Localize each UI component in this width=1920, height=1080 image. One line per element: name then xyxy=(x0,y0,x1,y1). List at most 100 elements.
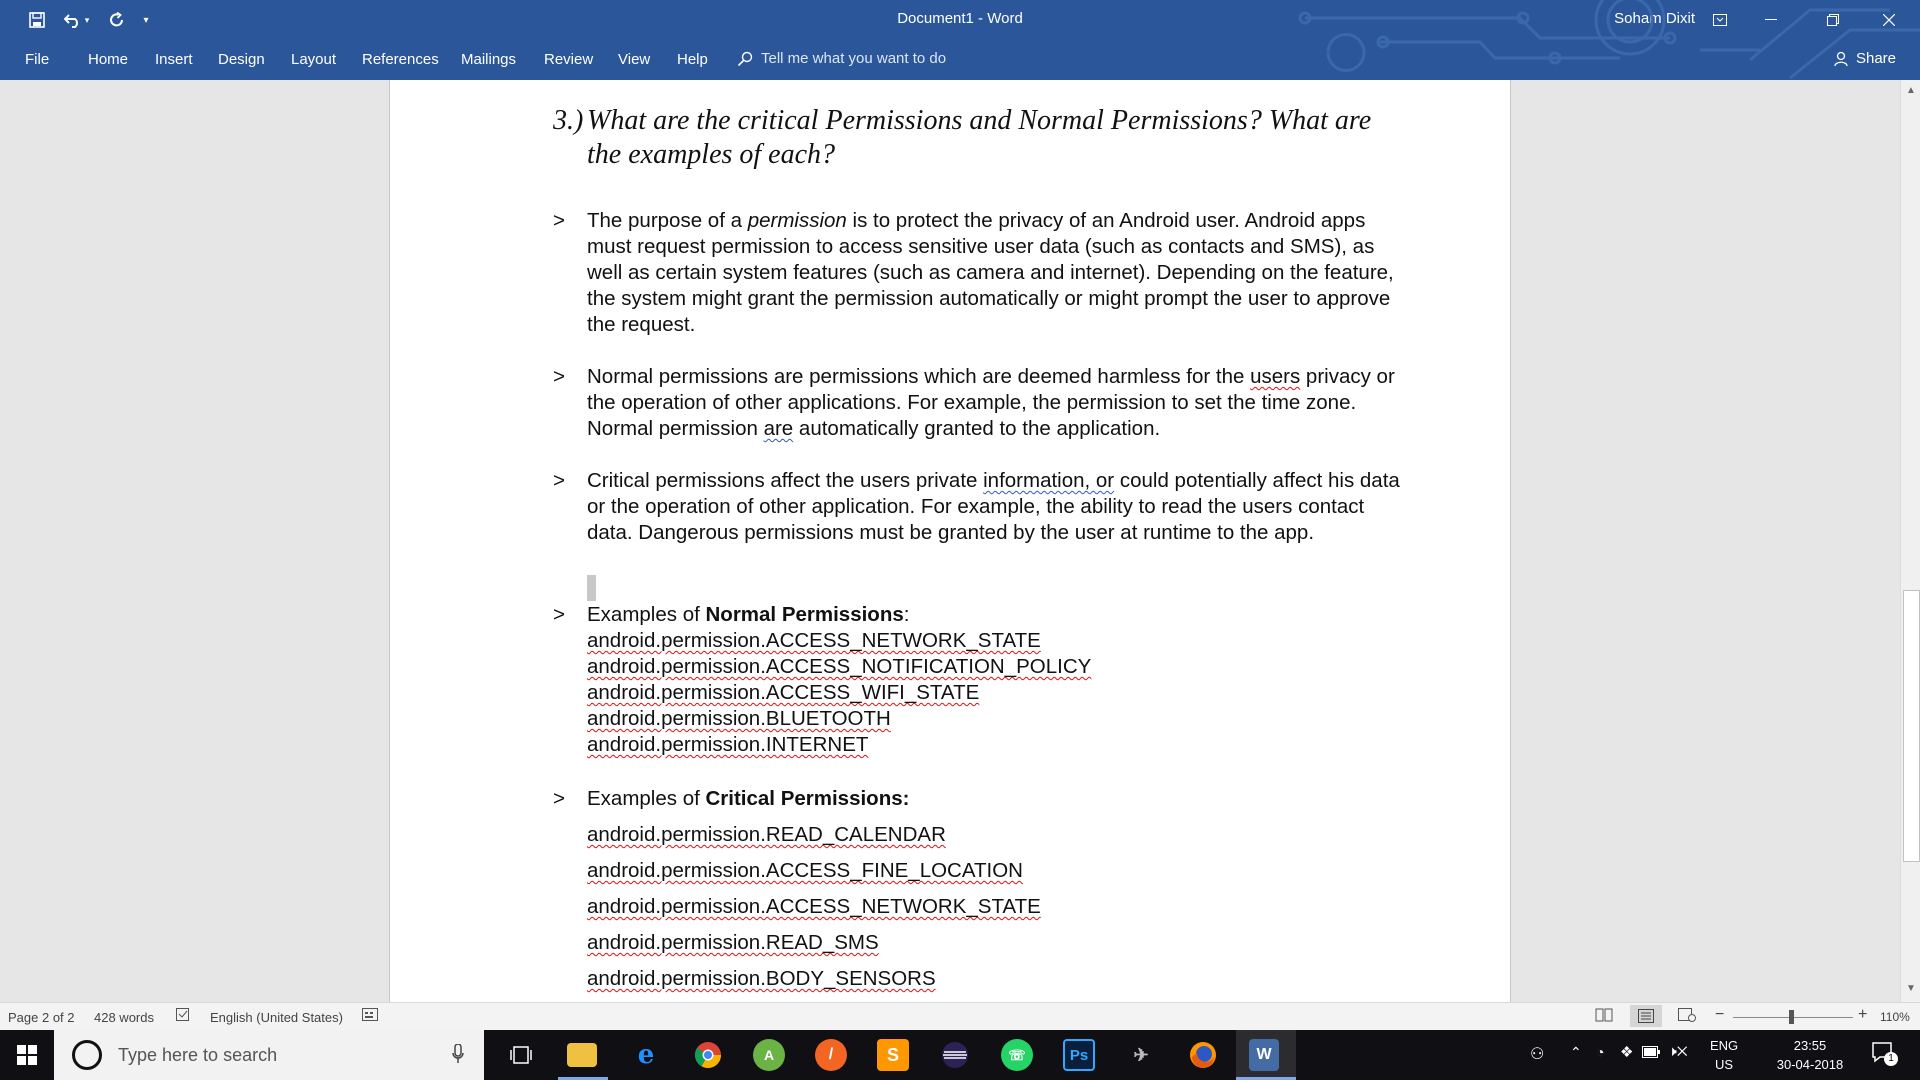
ribbon-display-options-icon[interactable] xyxy=(1697,0,1743,40)
read-mode-icon[interactable] xyxy=(1595,1008,1613,1025)
status-bar: Page 2 of 2 428 words English (United St… xyxy=(0,1002,1920,1031)
grammar-flag-information[interactable]: information, or xyxy=(983,469,1114,492)
ribbon-tab-bar: File Home Insert Design Layout Reference… xyxy=(0,40,1920,80)
lightbulb-search-icon xyxy=(737,51,753,66)
show-hidden-icons-icon[interactable]: ⌃ xyxy=(1570,1044,1582,1061)
sublime-text-icon[interactable]: S xyxy=(877,1039,909,1071)
bullet-marker: > xyxy=(553,365,565,388)
input-language[interactable]: ENG US xyxy=(1710,1036,1738,1074)
clock[interactable]: 23:55 30-04-2018 xyxy=(1760,1036,1860,1074)
tell-me-placeholder: Tell me what you want to do xyxy=(761,50,947,67)
normal-permission-item: android.permission.ACCESS_NETWORK_STATE xyxy=(587,629,1041,652)
print-layout-icon[interactable] xyxy=(1630,1005,1662,1027)
tab-references[interactable]: References xyxy=(362,51,439,68)
grammar-flag-are[interactable]: are xyxy=(764,417,794,440)
tab-home[interactable]: Home xyxy=(88,51,128,68)
close-icon[interactable] xyxy=(1866,0,1912,40)
battery-icon[interactable] xyxy=(1642,1045,1660,1063)
normal-permission-item: android.permission.INTERNET xyxy=(587,733,869,756)
whatsapp-icon[interactable]: ☏ xyxy=(1001,1039,1033,1071)
proofing-icon[interactable] xyxy=(176,1008,194,1025)
word-active-highlight xyxy=(1236,1030,1296,1080)
critical-examples-heading: Examples of Critical Permissions: xyxy=(587,786,1407,812)
volume-muted-icon[interactable]: 🕨✕ xyxy=(1668,1043,1688,1060)
zoom-slider[interactable] xyxy=(1733,1010,1853,1024)
dropbox-icon[interactable]: ❖ xyxy=(1620,1043,1633,1061)
zoom-in-icon[interactable]: + xyxy=(1858,1006,1867,1024)
windows-taskbar: Type here to search e A / S ☏ Ps ✈ W ⚇ ⌃… xyxy=(0,1030,1920,1080)
spelling-flag-users[interactable]: users xyxy=(1250,365,1300,388)
document-canvas[interactable]: 3.) What are the critical Permissions an… xyxy=(0,80,1900,1002)
bullet-marker: > xyxy=(553,469,565,492)
normal-permission-item: android.permission.ACCESS_NOTIFICATION_P… xyxy=(587,655,1092,678)
wifi-icon[interactable]: ◔ xyxy=(1596,1044,1604,1060)
word-count[interactable]: 428 words xyxy=(94,1010,154,1025)
tab-review[interactable]: Review xyxy=(544,51,593,68)
macro-record-icon[interactable] xyxy=(362,1008,378,1025)
tab-help[interactable]: Help xyxy=(677,51,708,68)
zoom-out-icon[interactable]: − xyxy=(1715,1006,1724,1024)
notification-badge: 1 xyxy=(1884,1052,1898,1066)
scroll-up-arrow-icon[interactable]: ▲ xyxy=(1901,82,1920,100)
para1-emphasis: permission xyxy=(747,209,847,232)
language-indicator[interactable]: English (United States) xyxy=(210,1010,343,1025)
question-heading: 3.) What are the critical Permissions an… xyxy=(553,104,1373,172)
tab-layout[interactable]: Layout xyxy=(291,51,336,68)
people-icon[interactable]: ⚇ xyxy=(1530,1044,1544,1064)
normal-examples-heading: Examples of Normal Permissions: xyxy=(587,602,1407,628)
normal-bold: Normal Permissions xyxy=(705,603,904,626)
document-page[interactable]: 3.) What are the critical Permissions an… xyxy=(389,80,1511,1002)
critical-permission-item: android.permission.ACCESS_NETWORK_STATE xyxy=(587,895,1041,918)
para1-text-a: The purpose of a xyxy=(587,209,748,232)
bullet-marker: > xyxy=(553,787,565,810)
eclipse-icon[interactable] xyxy=(939,1039,971,1071)
para2-text-c: automatically granted to the application… xyxy=(793,417,1161,440)
minimize-icon[interactable] xyxy=(1748,0,1794,40)
clock-date: 30-04-2018 xyxy=(1776,1057,1844,1072)
action-center-icon[interactable]: 1 xyxy=(1872,1042,1898,1069)
critical-permission-item: android.permission.READ_SMS xyxy=(587,931,879,954)
keyboard-layout: US xyxy=(1715,1057,1734,1072)
person-icon xyxy=(1834,51,1848,66)
zoom-percent[interactable]: 110% xyxy=(1880,1010,1910,1024)
tab-view[interactable]: View xyxy=(618,51,650,68)
critical-prefix: Examples of xyxy=(587,787,706,810)
share-button[interactable]: Share xyxy=(1834,50,1896,67)
tab-file[interactable]: File xyxy=(25,51,49,68)
clock-time: 23:55 xyxy=(1793,1038,1827,1053)
edge-browser-icon[interactable]: e xyxy=(630,1039,662,1071)
microphone-icon[interactable] xyxy=(452,1043,464,1069)
photoshop-icon[interactable]: Ps xyxy=(1063,1039,1095,1071)
bullet-marker: > xyxy=(553,603,565,626)
chrome-icon[interactable] xyxy=(692,1039,724,1071)
title-bar: ▾ ▾ Document1 - Word Soham Dixit xyxy=(0,0,1920,40)
page-count[interactable]: Page 2 of 2 xyxy=(8,1010,75,1025)
zoom-slider-thumb[interactable] xyxy=(1789,1010,1794,1024)
user-name[interactable]: Soham Dixit xyxy=(1614,10,1695,27)
scroll-thumb[interactable] xyxy=(1903,590,1920,862)
tab-insert[interactable]: Insert xyxy=(155,51,193,68)
task-view-icon[interactable] xyxy=(505,1039,537,1071)
file-explorer-icon[interactable] xyxy=(567,1043,597,1067)
tab-mailings[interactable]: Mailings xyxy=(461,51,516,68)
tell-me-search[interactable]: Tell me what you want to do xyxy=(737,50,946,67)
normal-permission-item: android.permission.ACCESS_WIFI_STATE xyxy=(587,681,980,704)
web-layout-icon[interactable] xyxy=(1678,1008,1696,1025)
windows-start-icon[interactable] xyxy=(0,1030,54,1080)
firefox-icon[interactable] xyxy=(1187,1039,1219,1071)
scroll-down-arrow-icon[interactable]: ▼ xyxy=(1901,980,1920,998)
heading-number: 3.) xyxy=(553,105,584,136)
tab-design[interactable]: Design xyxy=(218,51,265,68)
steam-app-icon[interactable]: ✈ xyxy=(1125,1039,1157,1071)
normal-permission-item: android.permission.BLUETOOTH xyxy=(587,707,891,730)
draw-app-icon[interactable]: / xyxy=(815,1039,847,1071)
share-label: Share xyxy=(1855,50,1896,67)
critical-permission-item: android.permission.READ_CALENDAR xyxy=(587,823,946,846)
bullet-marker: > xyxy=(553,209,565,232)
android-studio-icon[interactable]: A xyxy=(753,1039,785,1071)
taskbar-search-box[interactable]: Type here to search xyxy=(54,1030,484,1080)
critical-permission-item: android.permission.BODY_SENSORS xyxy=(587,967,936,990)
restore-icon[interactable] xyxy=(1810,0,1856,40)
critical-bold: Critical Permissions: xyxy=(705,787,910,810)
vertical-scrollbar[interactable]: ▲ ▼ xyxy=(1900,80,1920,1002)
